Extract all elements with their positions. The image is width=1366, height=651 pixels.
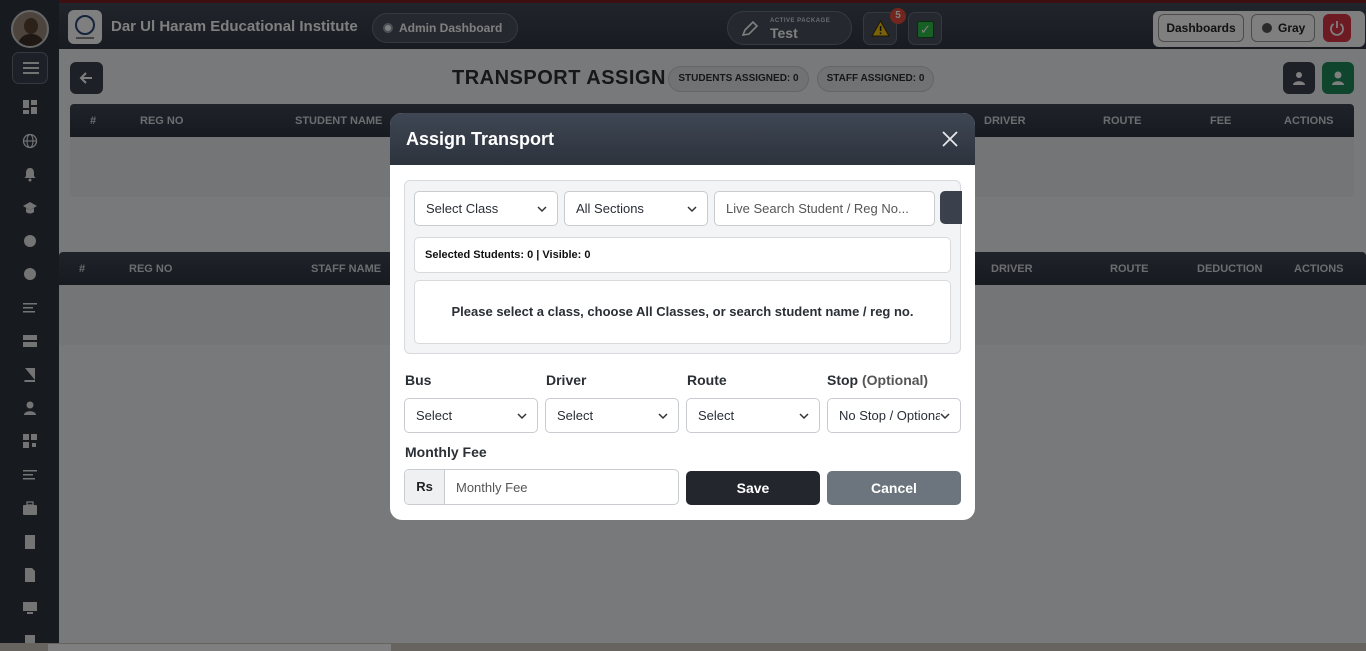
bus-label: Bus — [405, 372, 432, 388]
student-filter-panel: Select Class All Sections Selected Stude… — [404, 180, 962, 354]
stop-optional-label: (Optional) — [862, 372, 929, 388]
bus-select[interactable]: Select — [404, 398, 538, 433]
route-select-value: Select — [698, 408, 735, 423]
monthly-fee-input[interactable] — [446, 470, 678, 504]
class-select[interactable]: Select Class — [414, 191, 558, 226]
currency-addon: Rs — [405, 470, 445, 504]
monthly-fee-label: Monthly Fee — [405, 444, 487, 460]
driver-select[interactable]: Select — [545, 398, 679, 433]
stop-label: Stop — [827, 372, 859, 388]
search-button[interactable] — [940, 191, 962, 224]
bus-select-value: Select — [416, 408, 453, 423]
chevron-down-icon — [537, 206, 547, 213]
stop-label-group: Stop (Optional) — [827, 372, 928, 388]
selected-students-info: Selected Students: 0 | Visible: 0 — [414, 237, 951, 273]
chevron-down-icon — [799, 413, 809, 420]
route-label: Route — [687, 372, 727, 388]
driver-select-value: Select — [557, 408, 594, 423]
driver-label: Driver — [546, 372, 587, 388]
chevron-down-icon — [658, 413, 668, 420]
chevron-down-icon — [517, 413, 527, 420]
student-search-input[interactable] — [714, 191, 935, 226]
section-select[interactable]: All Sections — [564, 191, 708, 226]
modal-header: Assign Transport — [390, 113, 975, 165]
monthly-fee-group: Rs — [404, 469, 679, 505]
chevron-down-icon — [940, 411, 950, 421]
empty-state-message: Please select a class, choose All Classe… — [414, 280, 951, 344]
assign-transport-modal: Assign Transport Select Class All Sectio… — [390, 113, 975, 520]
route-select[interactable]: Select — [686, 398, 820, 433]
stop-select[interactable]: No Stop / Optional — [827, 398, 961, 433]
stop-select-value: No Stop / Optional — [839, 408, 946, 423]
close-icon[interactable] — [941, 130, 959, 148]
chevron-down-icon — [687, 206, 697, 213]
cancel-button[interactable]: Cancel — [827, 471, 961, 505]
class-select-value: Select Class — [426, 201, 499, 216]
save-button[interactable]: Save — [686, 471, 820, 505]
modal-title: Assign Transport — [406, 129, 555, 149]
section-select-value: All Sections — [576, 201, 644, 216]
